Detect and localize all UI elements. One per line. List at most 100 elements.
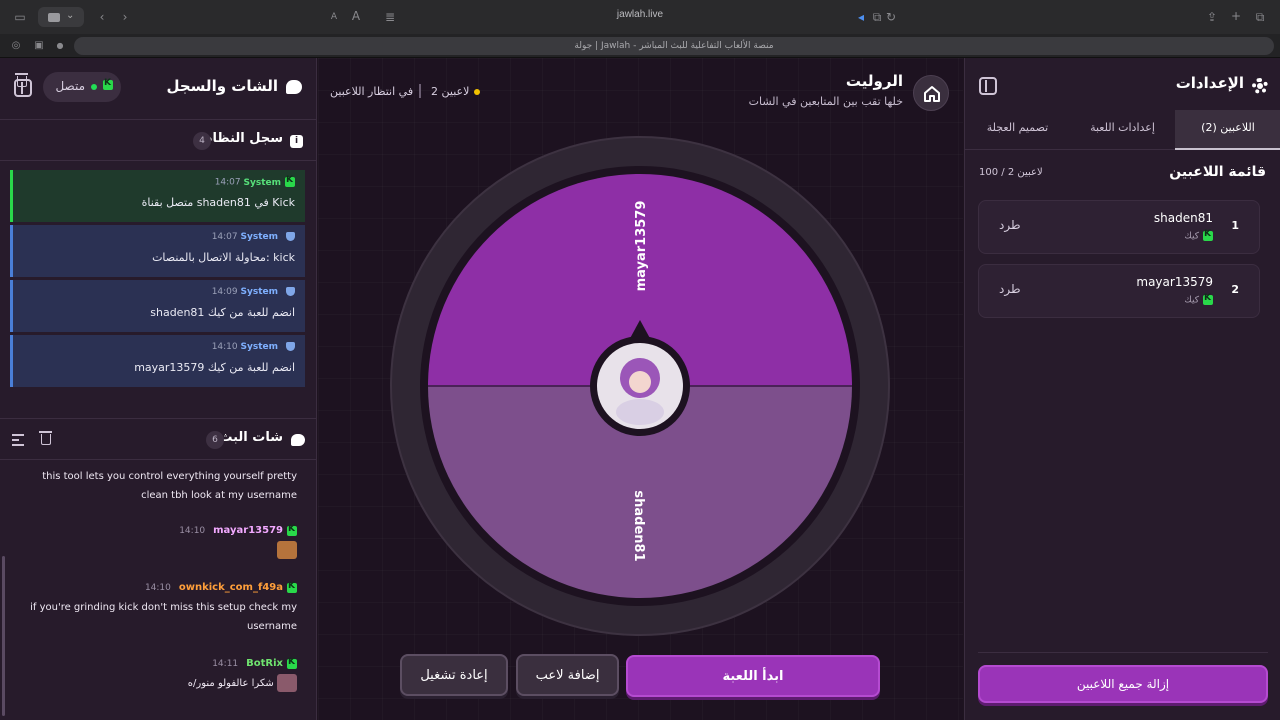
scrollbar[interactable]: [2, 556, 5, 716]
message-user[interactable]: ownkick_com_f49a: [179, 582, 283, 593]
system-log-header: i سجل النظام 4: [0, 73, 317, 160]
message-meta: 14:10 ownkick_com_f49a: [27, 581, 297, 593]
start-game-button[interactable]: ابدأ اللعبة: [626, 655, 880, 697]
pinned-tab-icon-3[interactable]: ●: [52, 38, 68, 54]
shield-icon: [286, 232, 295, 241]
message-text: متصل بقناة shaden81 في Kick: [141, 196, 295, 209]
share-icon[interactable]: ⇪: [1204, 9, 1220, 25]
kick-icon: [287, 657, 297, 669]
divider: [419, 84, 421, 98]
chat-panel-header: متصل الشات والسجل: [0, 58, 316, 120]
player-row: 2 mayar13579 كيك طرد: [978, 264, 1260, 318]
list-item: 14:07 System متصل بقناة shaden81 في Kick: [10, 170, 305, 222]
emote-icon: [277, 674, 297, 692]
divider: [0, 418, 317, 419]
status-dot-icon: [91, 84, 97, 90]
trash-icon[interactable]: [39, 431, 52, 445]
waiting-status: في انتظار اللاعبين: [330, 85, 414, 98]
system-log-title: سجل النظام: [203, 131, 283, 146]
browser-toolbar: ▭ ⌄ ‹ › A A ≣ jawlah.live ◂ ⧉ ↻ ⇪ + ⧉: [0, 0, 1280, 34]
stream-chat-title: شات البث: [219, 430, 283, 445]
home-icon: [924, 86, 940, 102]
pinned-tab-icon-2[interactable]: ▣: [31, 38, 47, 54]
shield-icon: [286, 342, 295, 351]
kick-icon: [287, 524, 297, 536]
kick-player-button[interactable]: طرد: [999, 218, 1021, 232]
message-meta: 14:10 mayar13579: [27, 524, 297, 536]
game-area: الروليت خلها تقب بين المتابعين في الشات …: [318, 58, 963, 720]
status-text: متصل: [55, 79, 85, 93]
player-count-text: 2 لاعبين: [431, 85, 470, 98]
game-title: الروليت: [845, 72, 903, 90]
list-item: this tool lets you control everything yo…: [27, 467, 297, 505]
kick-player-button[interactable]: طرد: [999, 282, 1021, 296]
settings-title: الإعدادات: [1175, 74, 1244, 92]
message-user: System: [240, 287, 279, 297]
player-row: 1 shaden81 كيك طرد: [978, 200, 1260, 254]
tab-players[interactable]: اللاعبين (2): [1175, 110, 1280, 150]
player-name: mayar13579: [1136, 275, 1213, 289]
align-icon[interactable]: [12, 434, 24, 446]
platform-label: كيك: [1184, 231, 1199, 242]
message-time: 14:07: [211, 232, 238, 242]
active-tab[interactable]: جولة | Jawlah - منصة الألعاب التفاعلية ل…: [74, 37, 1274, 55]
player-name: shaden81: [1153, 211, 1213, 225]
browser-tab-bar: ◎ ▣ ● جولة | Jawlah - منصة الألعاب التفا…: [0, 34, 1280, 58]
connection-status: متصل: [43, 72, 121, 102]
player-platform: كيك: [1184, 229, 1213, 242]
message-text: محاولة الاتصال بالمنصات: kick: [152, 251, 295, 264]
collapse-panel-icon[interactable]: [979, 77, 997, 95]
system-log-count: 4: [193, 132, 211, 150]
player-count-badge: 2 لاعبين: [431, 85, 481, 98]
stream-chat-header: شات البث 6: [0, 420, 317, 460]
chat-panel-title: الشات والسجل: [166, 77, 278, 95]
message-row: شكرا عالفولو منور/ه: [27, 674, 297, 693]
message-meta: 14:07 System: [212, 232, 295, 242]
list-item: 14:11 BotRix شكرا عالفولو منور/ه: [27, 657, 297, 693]
message-text: شكرا عالفولو منور/ه: [187, 678, 274, 689]
divider: [0, 160, 317, 161]
players-list-count: 100 / 2 لاعبين: [979, 167, 1043, 178]
tab-game-settings[interactable]: إعدادات اللعبة: [1070, 110, 1175, 150]
wheel-label-top: mayar13579: [634, 201, 649, 292]
message-time: 14:10: [211, 342, 238, 352]
divider: [978, 652, 1268, 653]
message-meta: 14:10 System: [212, 342, 295, 352]
settings-panel: الإعدادات اللاعبين (2) إعدادات اللعبة تص…: [964, 58, 1280, 720]
message-text: this tool lets you control everything yo…: [42, 471, 297, 501]
address-bar[interactable]: jawlah.live: [0, 9, 1280, 20]
message-user: System: [240, 232, 279, 242]
status-dot-icon: [474, 89, 481, 95]
message-text: mayar13579 انضم للعبة من كيك: [134, 361, 295, 374]
message-user: System: [240, 342, 279, 352]
audio-icon[interactable]: ◂: [853, 9, 869, 25]
message-user[interactable]: mayar13579: [213, 525, 283, 536]
message-time: 14:09: [211, 287, 238, 297]
tab-wheel-design[interactable]: تصميم العجلة: [965, 110, 1070, 150]
system-log-list: 14:07 System متصل بقناة shaden81 في Kick…: [0, 170, 317, 388]
trash-icon[interactable]: [15, 73, 28, 87]
pinned-tab-icon[interactable]: ◎: [8, 38, 24, 54]
kick-icon: [1203, 229, 1213, 241]
message-text: shaden81 انضم للعبة من كيك: [150, 306, 295, 319]
player-platform: كيك: [1184, 293, 1213, 306]
remove-all-players-button[interactable]: إزالة جميع اللاعبين: [978, 665, 1268, 703]
chat-icon: [286, 80, 302, 94]
message-time: 14:10: [144, 583, 171, 593]
message-user[interactable]: BotRix: [246, 658, 283, 669]
list-item: 14:07 System محاولة الاتصال بالمنصات: ki…: [10, 225, 305, 277]
new-tab-icon[interactable]: +: [1228, 8, 1244, 24]
message-text: if you're grinding kick don't miss this …: [30, 602, 297, 632]
tab-overview-icon[interactable]: ⧉: [1252, 9, 1268, 25]
message-time: 14:10: [179, 526, 206, 536]
list-item: 14:10 System mayar13579 انضم للعبة من كي…: [10, 335, 305, 387]
list-item: 14:10 mayar13579: [27, 524, 297, 566]
message-meta: 14:07 System: [215, 175, 295, 188]
chat-icon: [291, 434, 305, 446]
home-button[interactable]: [913, 75, 949, 111]
reload-icon[interactable]: ↻: [883, 9, 899, 25]
roulette-wheel[interactable]: mayar13579 shaden81: [390, 136, 890, 636]
app: متصل الشات والسجل i سجل النظام 4 14:07 S…: [0, 58, 1280, 720]
add-player-button[interactable]: إضافة لاعب: [516, 654, 619, 696]
reset-button[interactable]: إعادة تشغيل: [400, 654, 508, 696]
